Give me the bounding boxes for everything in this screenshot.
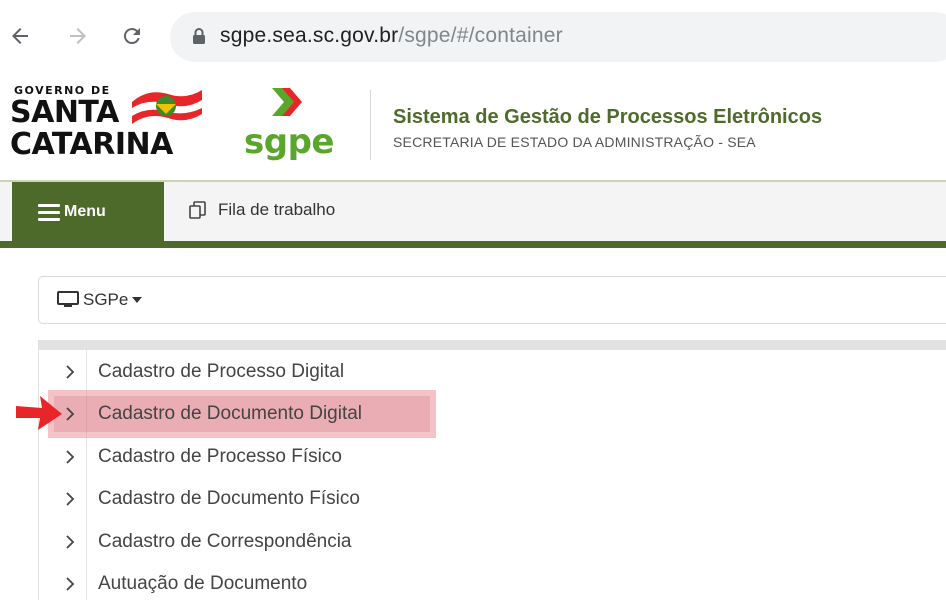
- red-pointer-arrow-icon: [16, 396, 62, 430]
- menu-item-autuacao-documento[interactable]: Autuação de Documento: [60, 566, 307, 602]
- system-title: Sistema de Gestão de Processos Eletrônic…: [393, 106, 823, 128]
- address-bar[interactable]: sgpe.sea.sc.gov.br/sgpe/#/container: [170, 12, 946, 62]
- santa-catarina-logo: GOVERNO DE SANTA CATARINA: [10, 82, 210, 172]
- menu-item-cadastro-processo-fisico[interactable]: Cadastro de Processo Físico: [60, 439, 342, 475]
- chevron-right-icon: [60, 365, 80, 379]
- menu-item-label: Cadastro de Documento Digital: [98, 403, 363, 424]
- header-divider: [370, 90, 371, 160]
- logo-line1: SANTA: [10, 95, 119, 130]
- url-text: sgpe.sea.sc.gov.br/sgpe/#/container: [220, 24, 563, 48]
- site-header: GOVERNO DE SANTA CATARINA sgpe Sistema d…: [0, 70, 946, 180]
- monitor-icon: [57, 291, 79, 307]
- menu-item-cadastro-documento-digital[interactable]: Cadastro de Documento Digital: [60, 396, 362, 432]
- chevron-right-icon: [60, 535, 80, 549]
- back-arrow-icon: [12, 28, 28, 44]
- forward-button[interactable]: [62, 20, 94, 52]
- browser-toolbar: sgpe.sea.sc.gov.br/sgpe/#/container: [0, 0, 946, 70]
- chevron-right-icon: [60, 450, 80, 464]
- system-selector-label: SGPe: [83, 290, 129, 309]
- sgpe-logo-text: sgpe: [244, 122, 334, 162]
- menu-item-cadastro-correspondencia[interactable]: Cadastro de Correspondência: [60, 524, 352, 560]
- url-host: sgpe.sea.sc.gov.br: [220, 24, 399, 47]
- reload-button[interactable]: [116, 20, 148, 52]
- system-selector-dropdown[interactable]: SGPe: [38, 276, 946, 324]
- back-button[interactable]: [4, 20, 36, 52]
- hamburger-icon: [38, 203, 60, 221]
- sgpe-logo: sgpe: [240, 84, 350, 174]
- system-subtitle: SECRETARIA DE ESTADO DA ADMINISTRAÇÃO - …: [393, 134, 756, 150]
- navbar-underline: [0, 241, 946, 248]
- url-path: /sgpe/#/container: [398, 24, 563, 47]
- menu-item-label: Cadastro de Processo Físico: [98, 446, 342, 467]
- menu-item-cadastro-documento-fisico[interactable]: Cadastro de Documento Físico: [60, 481, 360, 517]
- chevron-right-icon: [60, 492, 80, 506]
- menu-item-label: Cadastro de Correspondência: [98, 531, 352, 552]
- menu-button[interactable]: Menu: [12, 182, 164, 242]
- menu-item-label: Cadastro de Processo Digital: [98, 361, 345, 382]
- menu-button-label: Menu: [64, 203, 106, 220]
- fila-de-trabalho-link[interactable]: Fila de trabalho: [188, 200, 335, 220]
- logo-line2: CATARINA: [10, 127, 173, 162]
- menu-item-cadastro-processo-digital[interactable]: Cadastro de Processo Digital: [60, 354, 344, 390]
- caret-down-icon: [132, 297, 143, 303]
- chevron-right-icon: [60, 577, 80, 591]
- lock-icon: [193, 28, 205, 44]
- reload-icon: [123, 28, 140, 45]
- sgpe-chevron-icon: [272, 88, 302, 116]
- menu-item-label: Cadastro de Documento Físico: [98, 488, 360, 509]
- state-flag-icon: [132, 90, 202, 124]
- forward-arrow-icon: [70, 28, 86, 44]
- copy-documents-icon: [189, 201, 206, 219]
- fila-de-trabalho-label: Fila de trabalho: [218, 200, 336, 219]
